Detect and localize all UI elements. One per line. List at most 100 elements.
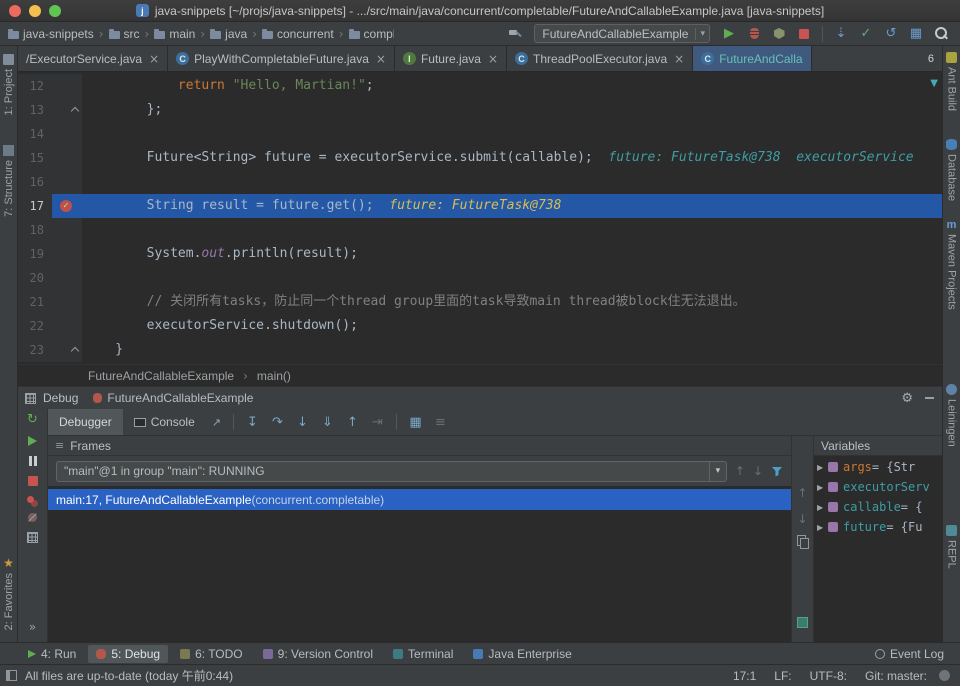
- code-line[interactable]: 14: [18, 122, 942, 146]
- run-to-cursor-icon[interactable]: ⇥: [365, 415, 390, 430]
- run-configuration-select[interactable]: FutureAndCallableExample ▾: [534, 24, 710, 43]
- breadcrumb-class[interactable]: FutureAndCallableExample: [88, 369, 234, 383]
- stop-debug-button[interactable]: [27, 476, 38, 486]
- code-line[interactable]: 19 System.out.println(result);: [18, 242, 942, 266]
- debug-session-tab[interactable]: FutureAndCallableExample: [85, 387, 261, 409]
- restore-layout-button[interactable]: [27, 532, 38, 543]
- toolwindow-stripe-button[interactable]: Database: [946, 139, 958, 201]
- toolwindow-button[interactable]: Event Log: [867, 645, 952, 663]
- code-text[interactable]: [82, 218, 942, 242]
- toolwindow-stripe-button[interactable]: 7: Structure: [3, 145, 15, 217]
- code-text[interactable]: String result = future.get(); future: Fu…: [82, 194, 942, 218]
- toolwindow-toggle-icon[interactable]: [6, 670, 17, 681]
- revert-button[interactable]: ↺: [880, 24, 902, 44]
- force-step-into-icon[interactable]: ⇓: [315, 415, 340, 430]
- toolwindow-button[interactable]: 9: Version Control: [255, 645, 381, 663]
- close-window-button[interactable]: [9, 5, 21, 17]
- search-everywhere-button[interactable]: [930, 24, 952, 44]
- code-line[interactable]: 23 }: [18, 338, 942, 362]
- gutter-markers[interactable]: [52, 314, 82, 338]
- evaluate-expression-icon[interactable]: ▦: [403, 415, 428, 430]
- minimize-window-button[interactable]: [29, 5, 41, 17]
- status-item[interactable]: 17:1: [733, 669, 756, 683]
- toolwindow-button[interactable]: Java Enterprise: [465, 645, 579, 663]
- code-line[interactable]: 18: [18, 218, 942, 242]
- close-icon[interactable]: ×: [376, 52, 386, 66]
- code-text[interactable]: Future<String> future = executorService.…: [82, 146, 942, 170]
- gutter-markers[interactable]: [52, 146, 82, 170]
- code-line[interactable]: 17 ✓ String result = future.get(); future…: [18, 194, 942, 218]
- tab-console[interactable]: Console: [123, 409, 206, 435]
- code-line[interactable]: 13 };: [18, 98, 942, 122]
- gutter-markers[interactable]: [52, 242, 82, 266]
- breadcrumb-method[interactable]: main(): [257, 369, 291, 383]
- toolwindow-stripe-button[interactable]: ★ 2: Favorites: [3, 556, 15, 630]
- step-over-icon[interactable]: ↷: [265, 415, 290, 430]
- step-out-icon[interactable]: ↑: [340, 415, 365, 430]
- variable-row[interactable]: ▶ future = {Fu: [814, 517, 942, 537]
- code-text[interactable]: [82, 122, 942, 146]
- previous-frame-icon[interactable]: ↑: [735, 464, 745, 478]
- frames-list[interactable]: main:17, FutureAndCallableExample (concu…: [48, 486, 791, 642]
- code-area[interactable]: 12 return "Hello, Martian!"; 13 }; 14 15 Fu…: [18, 72, 942, 364]
- hidden-tabs-arrow-icon[interactable]: ▼: [930, 78, 938, 89]
- editor-tab[interactable]: /ExecutorService.java ×: [18, 46, 169, 71]
- status-item[interactable]: Git: master:: [865, 669, 927, 683]
- breadcrumb-item[interactable]: completable: [347, 27, 396, 41]
- gutter-markers[interactable]: [52, 98, 82, 122]
- gear-icon[interactable]: ⚙: [901, 391, 913, 406]
- toolwindow-button[interactable]: 4: Run: [20, 645, 84, 663]
- toolwindow-button[interactable]: 6: TODO: [172, 645, 251, 663]
- close-icon[interactable]: ×: [488, 52, 498, 66]
- code-text[interactable]: executorService.shutdown();: [82, 314, 942, 338]
- code-text[interactable]: [82, 170, 942, 194]
- thread-select[interactable]: "main"@1 in group "main": RUNNING ▾: [56, 460, 727, 482]
- variable-row[interactable]: ▶ callable = {: [814, 497, 942, 517]
- code-text[interactable]: System.out.println(result);: [82, 242, 942, 266]
- breadcrumb-item[interactable]: concurrent: [260, 27, 336, 41]
- breadcrumb-item[interactable]: java: [208, 27, 249, 41]
- code-line[interactable]: 12 return "Hello, Martian!";: [18, 74, 942, 98]
- variable-row[interactable]: ▶ executorServ: [814, 477, 942, 497]
- layout-settings-icon[interactable]: ≡: [428, 415, 453, 430]
- gutter-markers[interactable]: [52, 218, 82, 242]
- breadcrumb-item[interactable]: main: [152, 27, 197, 41]
- up-icon[interactable]: ↑: [797, 486, 807, 500]
- show-execution-point-icon[interactable]: ↧: [240, 415, 265, 430]
- code-line[interactable]: 15 Future<String> future = executorServi…: [18, 146, 942, 170]
- view-grid-button[interactable]: ▦: [905, 24, 927, 44]
- build-project-icon[interactable]: [509, 27, 522, 40]
- toolwindow-stripe-button[interactable]: REPL: [946, 524, 958, 568]
- tab-debugger[interactable]: Debugger: [48, 409, 123, 435]
- run-button[interactable]: ▶: [718, 24, 740, 44]
- pause-button[interactable]: [28, 456, 37, 466]
- code-text[interactable]: return "Hello, Martian!";: [82, 74, 942, 98]
- toolwindow-button[interactable]: 5: Debug: [88, 644, 169, 663]
- toolwindow-stripe-button[interactable]: Leiningen: [946, 383, 958, 447]
- view-breakpoints-button[interactable]: [27, 496, 34, 503]
- update-project-button[interactable]: ⇣: [830, 24, 852, 44]
- fold-marker-icon[interactable]: [70, 346, 80, 356]
- fold-marker-icon[interactable]: [70, 106, 80, 116]
- pin-icon[interactable]: ↗: [212, 416, 221, 429]
- breadcrumb-item[interactable]: src: [107, 27, 142, 41]
- code-text[interactable]: [82, 266, 942, 290]
- variable-row[interactable]: ▶ args = {Str: [814, 457, 942, 477]
- coverage-button[interactable]: [768, 24, 790, 44]
- status-item[interactable]: UTF-8:: [810, 669, 847, 683]
- expand-arrow-icon[interactable]: ▶: [817, 483, 828, 492]
- gutter-markers[interactable]: [52, 74, 82, 98]
- breadcrumb-item[interactable]: java-snippets: [6, 27, 96, 41]
- toolwindow-stripe-button[interactable]: 1: Project: [3, 54, 15, 115]
- commit-button[interactable]: ✓: [855, 24, 877, 44]
- resume-button[interactable]: [28, 436, 37, 446]
- expand-arrow-icon[interactable]: ▶: [817, 523, 828, 532]
- expand-arrow-icon[interactable]: ▶: [817, 463, 828, 472]
- variables-list[interactable]: ▶ args = {Str ▶ executorServ ▶ callable = {▶ f…: [814, 456, 942, 642]
- editor-tab[interactable]: C ThreadPoolExecutor.java ×: [507, 46, 694, 71]
- code-line[interactable]: 22 executorService.shutdown();: [18, 314, 942, 338]
- next-frame-icon[interactable]: ↓: [753, 464, 763, 478]
- hidden-tabs-control[interactable]: 6: [920, 46, 942, 71]
- code-line[interactable]: 21 // 关闭所有tasks，防止同一个thread group里面的task…: [18, 290, 942, 314]
- inspection-profile-icon[interactable]: [939, 670, 950, 681]
